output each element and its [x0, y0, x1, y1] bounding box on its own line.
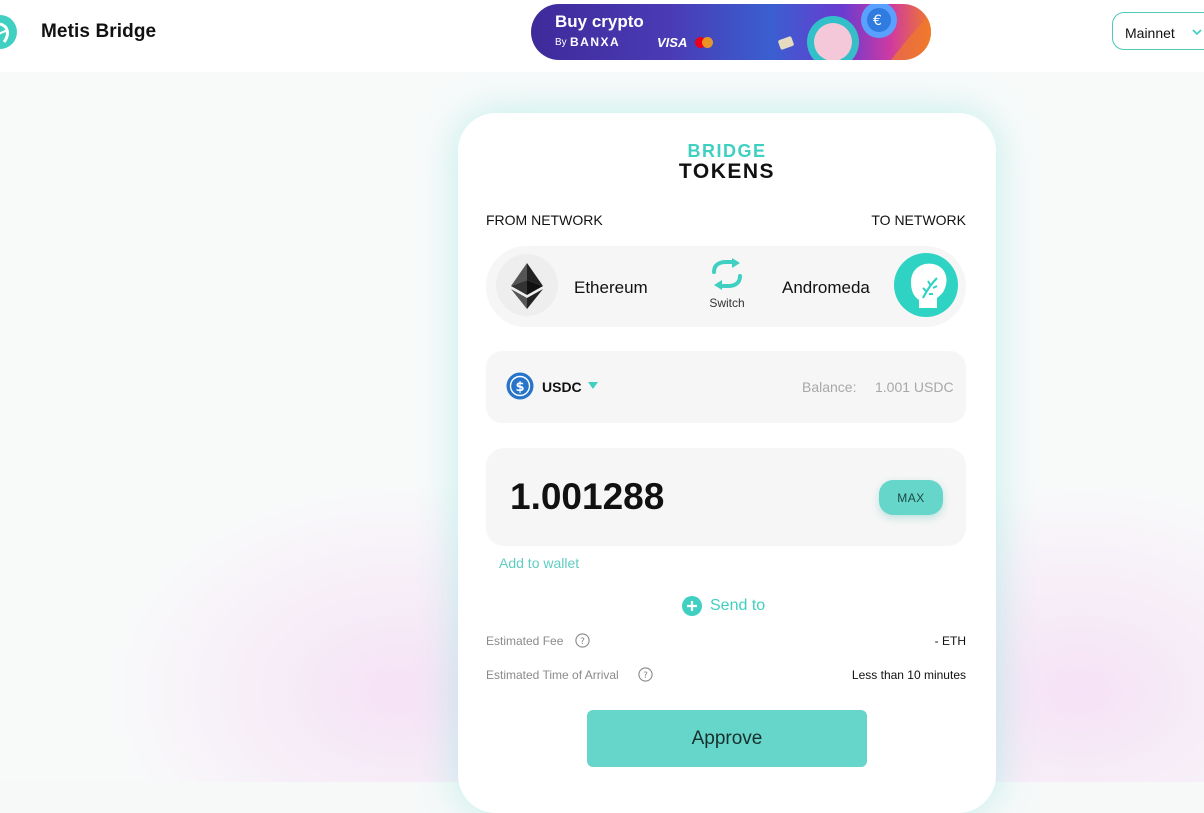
network-selector-row: Ethereum Switch Andromeda [486, 246, 966, 327]
metis-andromeda-icon[interactable] [893, 252, 959, 318]
network-select[interactable]: Mainnet [1112, 12, 1204, 50]
banxa-logo: BANXA [570, 35, 621, 49]
approve-button[interactable]: Approve [587, 710, 867, 767]
svg-text:?: ? [580, 637, 585, 647]
chevron-down-icon [1192, 29, 1202, 36]
bridge-card: BRIDGE TOKENS FROM NETWORK TO NETWORK Et… [458, 113, 996, 813]
mastercard-yellow-icon [702, 37, 713, 48]
amount-input[interactable] [510, 472, 830, 522]
eta-label: Estimated Time of Arrival [486, 668, 619, 682]
question-circle-icon[interactable]: ? [575, 633, 590, 648]
svg-text:?: ? [643, 671, 648, 681]
switch-label: Switch [709, 296, 745, 310]
plus-circle-icon [682, 596, 702, 616]
brand-title[interactable]: Metis Bridge [41, 21, 156, 43]
to-network-label: TO NETWORK [871, 212, 966, 228]
token-symbol: USDC [542, 379, 582, 395]
usdc-icon: $ [506, 372, 534, 400]
buy-crypto-banner[interactable]: Buy crypto By BANXA VISA € [531, 4, 931, 60]
card-title-tokens: TOKENS [678, 160, 776, 183]
estimated-fee-label: Estimated Fee [486, 634, 564, 648]
svg-text:€: € [873, 13, 882, 29]
network-select-label: Mainnet [1125, 25, 1175, 41]
estimated-fee-value: - ETH [934, 634, 966, 648]
card-title-bridge: BRIDGE [687, 141, 767, 161]
eta-value: Less than 10 minutes [851, 668, 966, 682]
caret-down-icon [588, 382, 598, 389]
ethereum-icon [511, 263, 543, 309]
max-button[interactable]: MAX [879, 480, 943, 515]
banner-by: By [555, 37, 567, 48]
from-network-name: Ethereum [574, 278, 648, 297]
banner-title: Buy crypto [555, 12, 644, 31]
add-to-wallet-link[interactable]: Add to wallet [499, 555, 579, 571]
to-network-name: Andromeda [782, 278, 870, 297]
balance-value: 1.001 USDC [875, 379, 954, 395]
from-network-label: FROM NETWORK [486, 212, 603, 228]
header: Metis Bridge Buy crypto By BANXA VISA € … [0, 0, 1204, 72]
svg-text:$: $ [515, 380, 524, 395]
question-circle-icon[interactable]: ? [638, 667, 653, 682]
banner-illustration-icon: € [778, 4, 931, 60]
token-row: $ USDC Balance: 1.001 USDC [486, 351, 966, 423]
switch-arrows-icon [712, 258, 742, 290]
metis-logo-icon [0, 15, 17, 49]
balance-label: Balance: [802, 379, 857, 395]
send-to-label: Send to [710, 597, 766, 614]
from-network-button[interactable] [496, 254, 558, 316]
visa-logo: VISA [657, 35, 688, 50]
amount-row: MAX [486, 448, 966, 546]
switch-networks-button[interactable]: Switch [702, 258, 752, 313]
